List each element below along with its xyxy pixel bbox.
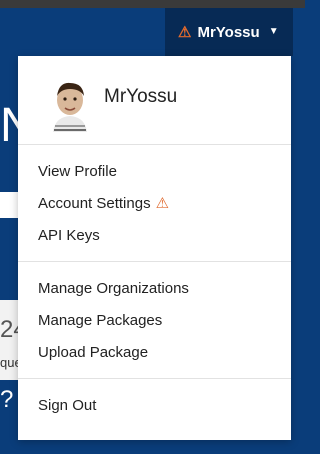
user-dropdown-menu: MrYossu View Profile Account Settings ⚠ … xyxy=(18,56,291,440)
menu-item-label: API Keys xyxy=(38,227,100,244)
menu-item-api-keys[interactable]: API Keys xyxy=(38,227,100,244)
menu-item-label: Manage Organizations xyxy=(38,280,189,297)
menu-divider xyxy=(18,144,291,145)
menu-item-label: View Profile xyxy=(38,163,117,180)
menu-divider xyxy=(18,378,291,379)
window-top-strip xyxy=(0,0,305,8)
menu-item-upload-package[interactable]: Upload Package xyxy=(38,344,148,361)
menu-item-view-profile[interactable]: View Profile xyxy=(38,163,117,180)
profile-name: MrYossu xyxy=(104,86,178,107)
caret-down-icon: ▼ xyxy=(268,26,279,37)
menu-item-label: Account Settings xyxy=(38,195,151,212)
menu-item-label: Manage Packages xyxy=(38,312,163,329)
warning-icon: ⚠ xyxy=(155,195,170,212)
user-menu-toggle[interactable]: ⚠ MrYossu ▼ xyxy=(165,8,293,56)
menu-item-manage-packages[interactable]: Manage Packages xyxy=(38,312,162,329)
profile-header[interactable]: MrYossu xyxy=(18,56,291,144)
warning-icon: ⚠ xyxy=(178,23,192,41)
menu-item-manage-organizations[interactable]: Manage Organizations xyxy=(38,280,189,297)
menu-divider xyxy=(18,261,291,262)
avatar xyxy=(47,80,93,132)
menu-item-label: Sign Out xyxy=(38,397,97,414)
username-label: MrYossu xyxy=(197,23,260,41)
menu-item-label: Upload Package xyxy=(38,344,149,361)
menu-item-account-settings[interactable]: Account Settings ⚠ xyxy=(38,195,169,212)
background-symbol: ? xyxy=(0,386,14,413)
menu-item-sign-out[interactable]: Sign Out xyxy=(38,397,96,414)
